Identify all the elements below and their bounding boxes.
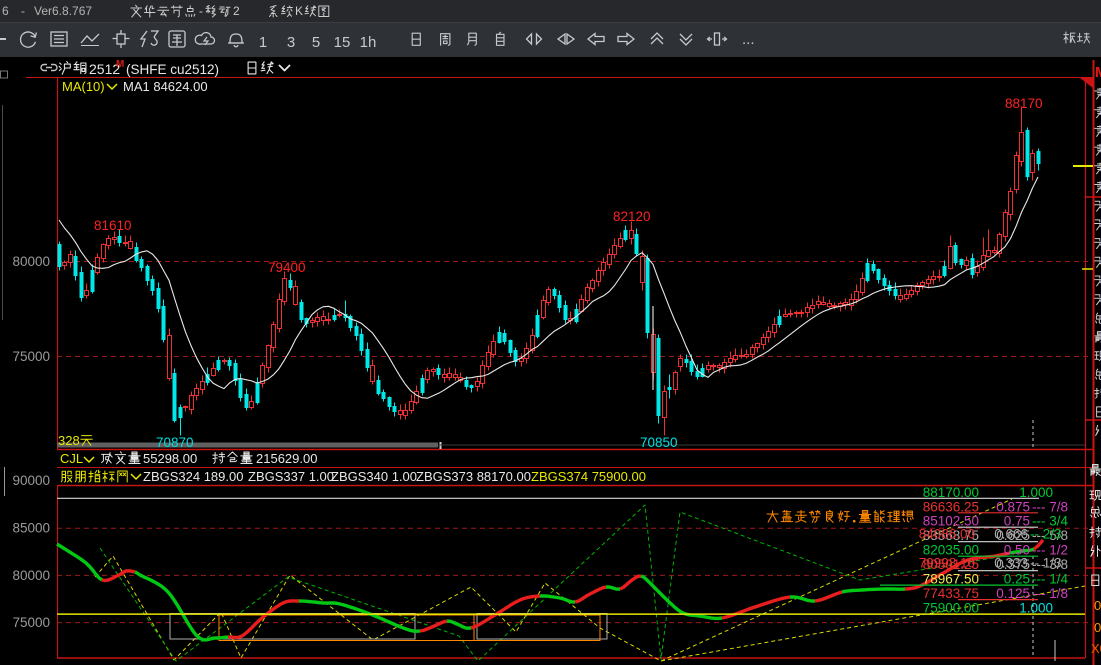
svg-text:ZBGS324 189.00: ZBGS324 189.00 [143, 469, 243, 484]
svg-text:ZBGS374 75900.00: ZBGS374 75900.00 [531, 469, 646, 484]
svg-text:85000: 85000 [12, 521, 50, 536]
svg-text:215629.00: 215629.00 [256, 451, 317, 466]
svg-text:1: 1 [259, 34, 267, 51]
svg-text:78967.50: 78967.50 [923, 572, 979, 587]
svg-text:70870: 70870 [156, 435, 194, 450]
svg-text:70850: 70850 [640, 435, 678, 450]
svg-text:80000: 80000 [12, 254, 50, 269]
svg-text:0.666: 0.666 [994, 527, 1028, 542]
svg-text:ZBGS373 88170.00: ZBGS373 88170.00 [416, 469, 531, 484]
svg-text:X0: X0 [1091, 641, 1101, 656]
svg-text:1.000: 1.000 [1019, 485, 1053, 500]
svg-text:82120: 82120 [613, 209, 651, 224]
svg-text:75900.00: 75900.00 [923, 601, 979, 616]
svg-text:79400: 79400 [268, 260, 306, 275]
svg-text:77433.75: 77433.75 [923, 586, 979, 601]
svg-text:ZBGS340 1.00: ZBGS340 1.00 [331, 469, 417, 484]
svg-text:55298.00: 55298.00 [143, 451, 197, 466]
svg-text:-- 1/3: -- 1/3 [1030, 556, 1062, 571]
svg-text:328: 328 [58, 433, 80, 448]
svg-text:--- 1/4: --- 1/4 [1032, 572, 1068, 587]
svg-text:0: 0 [1094, 598, 1101, 613]
svg-text:79998.10: 79998.10 [919, 556, 975, 571]
svg-text:0.333: 0.333 [994, 556, 1028, 571]
svg-text:1h: 1h [360, 34, 377, 51]
svg-text:0: 0 [1094, 620, 1101, 635]
svg-text:K: K [295, 4, 303, 18]
svg-text:1.000: 1.000 [1019, 601, 1053, 616]
svg-text:6: 6 [2, 4, 9, 18]
svg-text:-: - [199, 4, 203, 18]
svg-text:0.25: 0.25 [1004, 572, 1030, 587]
svg-text:...: ... [742, 31, 755, 48]
svg-text:0.125: 0.125 [996, 586, 1030, 601]
svg-text:MA(10): MA(10) [62, 79, 105, 94]
svg-text:CJL: CJL [60, 451, 83, 466]
svg-text:Ver6.8.767: Ver6.8.767 [34, 4, 92, 18]
svg-text:88170.00: 88170.00 [923, 485, 979, 500]
svg-text:88170: 88170 [1005, 96, 1043, 111]
svg-text:90000: 90000 [12, 473, 50, 488]
svg-text:3: 3 [287, 34, 295, 51]
svg-text:-- 2/3: -- 2/3 [1030, 527, 1062, 542]
svg-text:-: - [21, 4, 25, 18]
svg-text:M: M [116, 59, 124, 70]
svg-text:86636.25: 86636.25 [923, 499, 979, 514]
svg-text:5: 5 [312, 34, 320, 51]
svg-text:80000: 80000 [12, 568, 50, 583]
svg-text:--- 7/8: --- 7/8 [1032, 499, 1068, 514]
svg-text:75000: 75000 [12, 615, 50, 630]
svg-text:--- 1/8: --- 1/8 [1032, 586, 1068, 601]
svg-text:15: 15 [334, 34, 351, 51]
svg-text:MA1 84624.00: MA1 84624.00 [123, 79, 208, 94]
svg-text:0.875: 0.875 [996, 499, 1030, 514]
svg-text:81610: 81610 [94, 218, 132, 233]
svg-text:75000: 75000 [12, 349, 50, 364]
svg-text:M: M [1095, 64, 1101, 81]
svg-text:84086.00: 84086.00 [919, 527, 975, 542]
svg-text:2: 2 [233, 4, 240, 18]
svg-text:(SHFE cu2512): (SHFE cu2512) [126, 62, 219, 77]
svg-text:ZBGS337 1.00: ZBGS337 1.00 [248, 469, 334, 484]
